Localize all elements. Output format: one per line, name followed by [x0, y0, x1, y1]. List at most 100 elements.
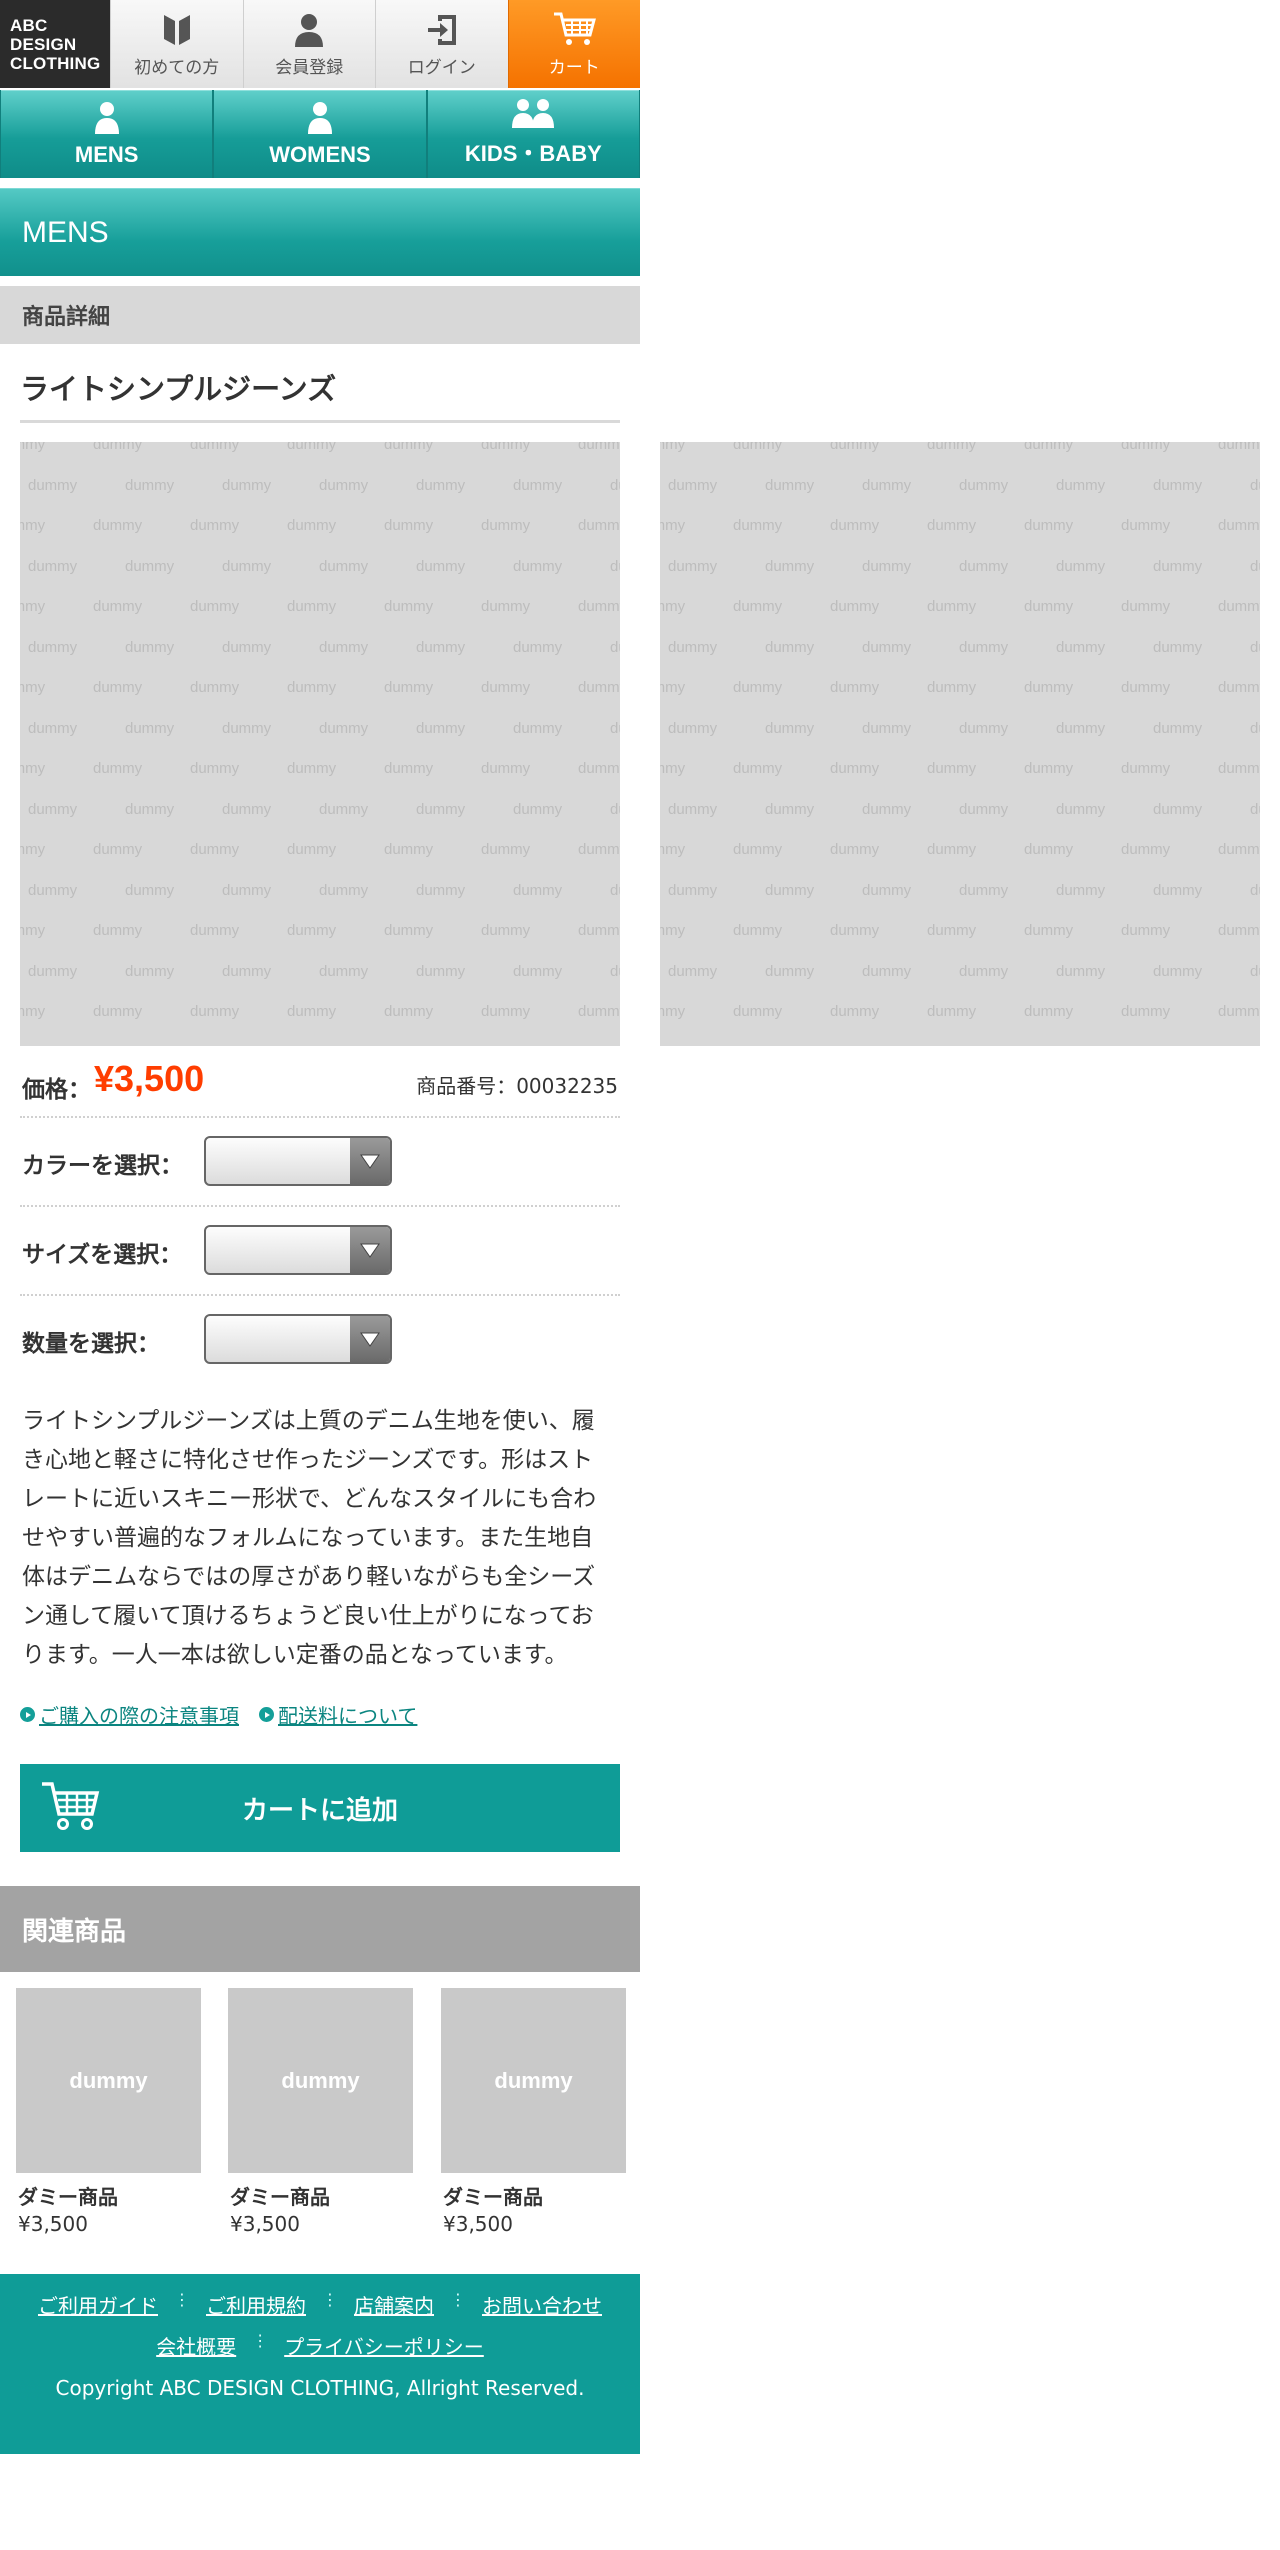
placeholder-text: dummy: [287, 760, 337, 777]
placeholder-text: dummy: [287, 679, 337, 696]
placeholder-text: dummy: [93, 679, 143, 696]
placeholder-text: dummy: [1024, 841, 1074, 858]
option-label: カラーを選択：: [22, 1153, 183, 1179]
placeholder-text: dummy: [765, 881, 815, 899]
placeholder-text: dummy: [1056, 719, 1106, 737]
placeholder-text: dummy: [927, 679, 977, 696]
related-item[interactable]: dummy ダミー商品 ¥3,500: [441, 1988, 626, 2236]
placeholder-text: dummy: [416, 638, 466, 656]
people-icon: [512, 99, 555, 128]
related-name: ダミー商品: [18, 2185, 118, 2209]
placeholder-text: dummy: [927, 598, 977, 615]
placeholder-text: dummy: [481, 679, 531, 696]
related-thumb: dummy: [16, 1988, 201, 2173]
placeholder-text: dummy: [830, 922, 880, 939]
add-to-cart-button[interactable]: カートに追加: [20, 1764, 620, 1852]
placeholder-text: dummy: [190, 760, 240, 777]
nav-register[interactable]: 会員登録: [242, 0, 375, 88]
sku-value: 00032235: [516, 1074, 618, 1098]
placeholder-text: dummy: [513, 1044, 562, 1047]
related-item[interactable]: dummy ダミー商品 ¥3,500: [228, 1988, 413, 2236]
related-price: ¥3,500: [230, 2212, 300, 2236]
placeholder-text: dummy: [1250, 476, 1260, 494]
placeholder-text: dummy: [190, 841, 240, 858]
nav-login[interactable]: ログイン: [375, 0, 508, 88]
placeholder-text: dummy: [1218, 922, 1260, 939]
breadcrumb: 商品詳細: [0, 286, 640, 344]
placeholder-text: dummy: [513, 557, 563, 575]
tab-mens[interactable]: MENS: [1, 90, 213, 178]
arrow-circle-icon: [259, 1707, 274, 1722]
placeholder-text: dummy: [1153, 1044, 1202, 1047]
placeholder-text: dummy: [20, 679, 46, 696]
footer-link-company[interactable]: 会社概要: [140, 2331, 252, 2360]
nav-first-time[interactable]: 初めての方: [110, 0, 243, 88]
size-select[interactable]: [204, 1225, 392, 1275]
tab-womens[interactable]: WOMENS: [214, 90, 426, 178]
placeholder-text: dummy: [190, 922, 240, 939]
placeholder-text: dummy: [765, 719, 815, 737]
placeholder-text: dummy: [1250, 1044, 1260, 1047]
person-icon: [307, 102, 332, 134]
arrow-circle-icon: [20, 1707, 35, 1722]
placeholder-text: dummy: [416, 557, 466, 575]
placeholder-text: dummy: [481, 841, 531, 858]
placeholder-text: dummy: [319, 557, 369, 575]
placeholder-text: dummy: [513, 476, 563, 494]
dropdown-arrow-icon: [350, 1138, 390, 1184]
placeholder-text: dummy: [93, 1003, 143, 1020]
related-name: ダミー商品: [443, 2185, 543, 2209]
placeholder-text: dummy: [668, 962, 718, 980]
placeholder-text: dummy: [93, 517, 143, 534]
quantity-select[interactable]: [204, 1314, 392, 1364]
footer-link-guide[interactable]: ご利用ガイド: [22, 2290, 174, 2319]
placeholder-text: dummy: [125, 800, 175, 818]
sku: 商品番号：00032235: [416, 1070, 618, 1099]
placeholder-text: dummy: [1121, 841, 1171, 858]
placeholder-text: dummy: [1153, 962, 1203, 980]
placeholder-text: dummy: [578, 442, 620, 453]
placeholder-text: dummy: [481, 442, 531, 453]
related-item[interactable]: dummy ダミー商品 ¥3,500: [16, 1988, 201, 2236]
add-to-cart-label: カートに追加: [241, 1795, 398, 1826]
tab-kids-baby[interactable]: KIDS・BABY: [427, 90, 639, 178]
link-purchase-notes[interactable]: ご購入の際の注意事項: [20, 1700, 239, 1729]
placeholder-text: dummy: [319, 476, 369, 494]
placeholder-text: dummy: [959, 800, 1009, 818]
placeholder-text: dummy: [830, 1003, 880, 1020]
placeholder-text: dummy: [927, 517, 977, 534]
placeholder-text: dummy: [28, 638, 78, 656]
placeholder-text: dummy: [927, 1003, 977, 1020]
placeholder-text: dummy: [610, 476, 620, 494]
user-icon: [295, 14, 324, 47]
placeholder-text: dummy: [28, 1044, 77, 1047]
placeholder-text: dummy: [830, 598, 880, 615]
footer-link-terms[interactable]: ご利用規約: [190, 2290, 322, 2319]
placeholder-text: dummy: [1056, 881, 1106, 899]
placeholder-text: dummy: [959, 638, 1009, 656]
placeholder-text: dummy: [190, 517, 240, 534]
placeholder-text: dummy: [416, 476, 466, 494]
category-tabs: MENS WOMENS KIDS・BABY: [0, 90, 640, 178]
placeholder-text: dummy: [830, 442, 880, 453]
color-select[interactable]: [204, 1136, 392, 1186]
placeholder-text: dummy: [416, 719, 466, 737]
nav-cart[interactable]: カート: [507, 0, 640, 88]
placeholder-text: dummy: [319, 638, 369, 656]
placeholder-text: dummy: [287, 841, 337, 858]
placeholder-text: dummy: [1121, 598, 1171, 615]
footer-link-store[interactable]: 店舗案内: [338, 2290, 450, 2319]
placeholder-text: dummy: [610, 638, 620, 656]
link-shipping[interactable]: 配送料について: [259, 1700, 417, 1729]
placeholder-text: dummy: [222, 476, 272, 494]
product-image-secondary[interactable]: dummy dummy dummy dummy dummy dummy dummy dummy…: [660, 442, 1260, 1046]
placeholder-text: dummy: [1056, 638, 1106, 656]
placeholder-text: dummy: [513, 881, 563, 899]
placeholder-text: dummy: [1153, 881, 1203, 899]
footer-link-contact[interactable]: お問い合わせ: [466, 2290, 618, 2319]
placeholder-text: dummy: [862, 881, 912, 899]
footer-link-privacy[interactable]: プライバシーポリシー: [268, 2331, 500, 2360]
product-image-main[interactable]: dummy dummy dummy dummy dummy dummy dummy dummy…: [20, 442, 620, 1046]
placeholder-text: dummy: [610, 719, 620, 737]
site-logo[interactable]: ABC DESIGN CLOTHING: [0, 0, 110, 88]
